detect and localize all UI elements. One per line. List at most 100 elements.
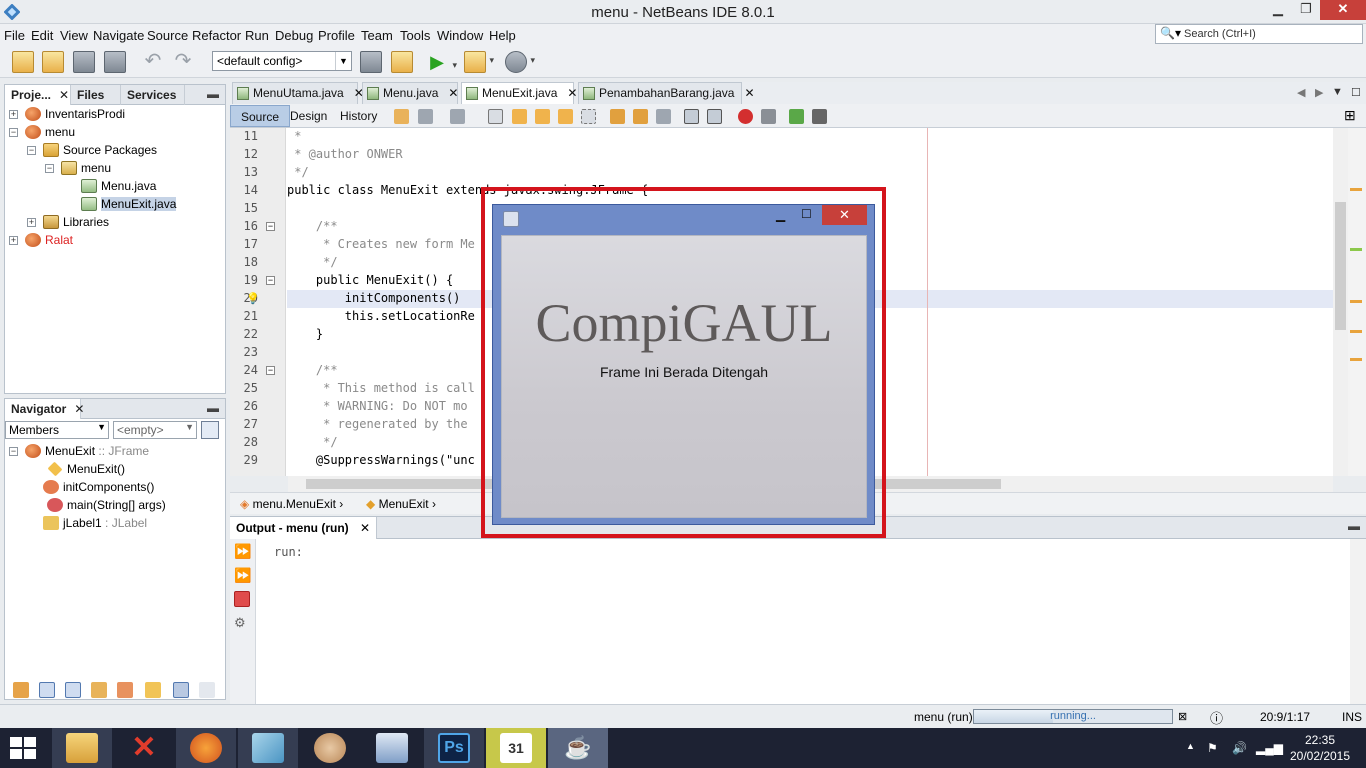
redo-icon[interactable]: ↷ — [172, 51, 194, 73]
tree-item-menuexit-java[interactable]: MenuExit.java — [81, 195, 177, 213]
history-mode-button[interactable]: History — [330, 105, 387, 127]
notifications-icon[interactable]: ⓘ — [1210, 708, 1223, 727]
scroll-tabs-left-icon[interactable]: ◀ — [1297, 86, 1305, 99]
rerun-with-params-icon[interactable]: ⏩ — [234, 567, 251, 583]
menu-tools[interactable]: Tools — [400, 28, 430, 43]
minimize-icon[interactable]: ▁ — [776, 208, 785, 222]
tree-item-menu-package[interactable]: menu — [61, 159, 111, 177]
annotation-marker[interactable] — [1350, 248, 1362, 251]
sort-icon[interactable] — [173, 682, 189, 698]
menu-debug[interactable]: Debug — [275, 28, 313, 43]
tab-services[interactable]: Services — [121, 85, 185, 105]
start-macro-icon[interactable] — [738, 109, 753, 124]
undo-icon[interactable]: ↶ — [142, 51, 164, 73]
rect-selection-icon[interactable] — [581, 109, 596, 124]
tree-item-ralat[interactable]: Ralat — [25, 231, 73, 249]
taskbar-explorer[interactable] — [52, 728, 112, 768]
breadcrumb-item[interactable]: ◆ MenuExit › — [366, 497, 436, 511]
collapse-icon[interactable]: − — [27, 146, 36, 155]
maximize-icon[interactable]: ☐ — [801, 207, 812, 221]
fold-icon[interactable]: − — [266, 276, 275, 285]
config-select[interactable]: <default config> ▼ — [212, 51, 352, 71]
expand-icon[interactable]: + — [9, 236, 18, 245]
menu-view[interactable]: View — [60, 28, 88, 43]
minimize-panel-icon[interactable]: ▬ — [207, 87, 219, 101]
new-project-icon[interactable] — [42, 51, 64, 73]
show-opened-documents-icon[interactable]: ▼ — [1332, 86, 1343, 98]
taskbar-java[interactable]: ☕ — [548, 728, 608, 768]
build-hammer-icon[interactable] — [360, 51, 382, 73]
tree-item-inventarisprodi[interactable]: InventarisProdi — [25, 105, 125, 123]
output-scrollbar[interactable] — [1350, 539, 1366, 705]
new-file-icon[interactable] — [12, 51, 34, 73]
search-input[interactable]: 🔍▾ Search (Ctrl+I) — [1155, 24, 1363, 44]
fields-filter-icon[interactable] — [13, 682, 29, 698]
taskbar-firefox[interactable] — [176, 728, 236, 768]
uncomment-icon[interactable] — [812, 109, 827, 124]
taskbar-clock[interactable]: 22:35 20/02/2015 — [1280, 732, 1360, 764]
stop-icon[interactable] — [234, 591, 250, 607]
shift-right-icon[interactable] — [707, 109, 722, 124]
action-center-icon[interactable]: ⚑ — [1207, 741, 1218, 755]
filter-icon[interactable] — [65, 682, 81, 698]
debug-project-icon[interactable] — [464, 51, 494, 73]
tab-menuexit-java[interactable]: MenuExit.java ✕ — [461, 82, 577, 104]
taskbar-calendar[interactable]: 31 — [486, 728, 546, 768]
filter-icon[interactable] — [39, 682, 55, 698]
back-icon[interactable] — [418, 109, 433, 124]
annotation-marker[interactable] — [1350, 188, 1362, 191]
filter-icon[interactable] — [117, 682, 133, 698]
navigator-member[interactable]: initComponents() — [43, 478, 154, 496]
previous-bookmark-icon[interactable] — [610, 109, 625, 124]
inherited-icon[interactable] — [145, 682, 161, 698]
volume-icon[interactable]: 🔊 — [1232, 741, 1247, 755]
tab-files[interactable]: Files — [71, 85, 121, 105]
minimize-panel-icon[interactable]: ▬ — [207, 401, 219, 415]
tree-item-menu-java[interactable]: Menu.java — [81, 177, 156, 195]
next-bookmark-icon[interactable] — [633, 109, 648, 124]
tab-output[interactable]: Output - menu (run) ✕ — [230, 517, 378, 539]
scope-select[interactable]: <empty> ▼ — [113, 421, 197, 439]
menu-run[interactable]: Run — [245, 28, 269, 43]
expand-icon[interactable]: + — [9, 110, 18, 119]
comment-icon[interactable] — [789, 109, 804, 124]
network-icon[interactable]: ▂▄▆ — [1256, 741, 1283, 755]
design-mode-button[interactable]: Design — [280, 105, 337, 127]
close-button[interactable]: ✕ — [1320, 0, 1366, 20]
annotation-marker[interactable] — [1350, 358, 1362, 361]
taskbar-app-x[interactable]: ✕ — [114, 728, 174, 768]
annotation-marker[interactable] — [1350, 300, 1362, 303]
navigator-member[interactable]: main(String[] args) — [47, 496, 166, 514]
tab-penambahanbarang-java[interactable]: PenambahanBarang.java ✕ — [578, 82, 755, 104]
menu-file[interactable]: File — [4, 28, 25, 43]
navigator-member[interactable]: jLabel1 : JLabel — [43, 514, 147, 532]
scrollbar-thumb[interactable] — [1335, 202, 1346, 330]
clean-build-icon[interactable] — [391, 51, 413, 73]
tab-projects[interactable]: Proje... ✕ — [5, 85, 71, 105]
fold-icon[interactable]: − — [266, 222, 275, 231]
scroll-tabs-right-icon[interactable]: ▶ — [1315, 86, 1323, 99]
collapse-icon[interactable]: − — [45, 164, 54, 173]
menu-profile[interactable]: Profile — [318, 28, 355, 43]
app-window-titlebar[interactable]: ▁ ☐ ✕ — [493, 205, 874, 231]
last-edit-icon[interactable] — [394, 109, 409, 124]
fold-icon[interactable]: − — [266, 366, 275, 375]
lightbulb-hint-icon[interactable]: 💡 — [246, 292, 260, 305]
shift-left-icon[interactable] — [684, 109, 699, 124]
close-icon[interactable]: ✕ — [822, 205, 867, 225]
find-icon[interactable] — [488, 109, 503, 124]
close-icon[interactable]: ✕ — [567, 86, 577, 100]
navigator-root[interactable]: MenuExit :: JFrame — [25, 442, 149, 460]
maximize-window-icon[interactable]: ☐ — [1351, 86, 1361, 99]
collapse-icon[interactable]: − — [9, 128, 18, 137]
navigator-options-icon[interactable] — [201, 421, 219, 439]
taskbar-photoshop[interactable]: Ps — [424, 728, 484, 768]
cancel-task-icon[interactable]: ⊠ — [1178, 710, 1187, 723]
close-icon[interactable]: ✕ — [448, 86, 458, 100]
tree-item-menu-project[interactable]: menu — [25, 123, 75, 141]
split-editor-icon[interactable]: ⊞ — [1344, 107, 1359, 123]
minimize-button[interactable]: ▁ — [1264, 0, 1292, 20]
menu-help[interactable]: Help — [489, 28, 516, 43]
tree-item-libraries[interactable]: Libraries — [43, 213, 109, 231]
toggle-bookmark-icon[interactable] — [656, 109, 671, 124]
